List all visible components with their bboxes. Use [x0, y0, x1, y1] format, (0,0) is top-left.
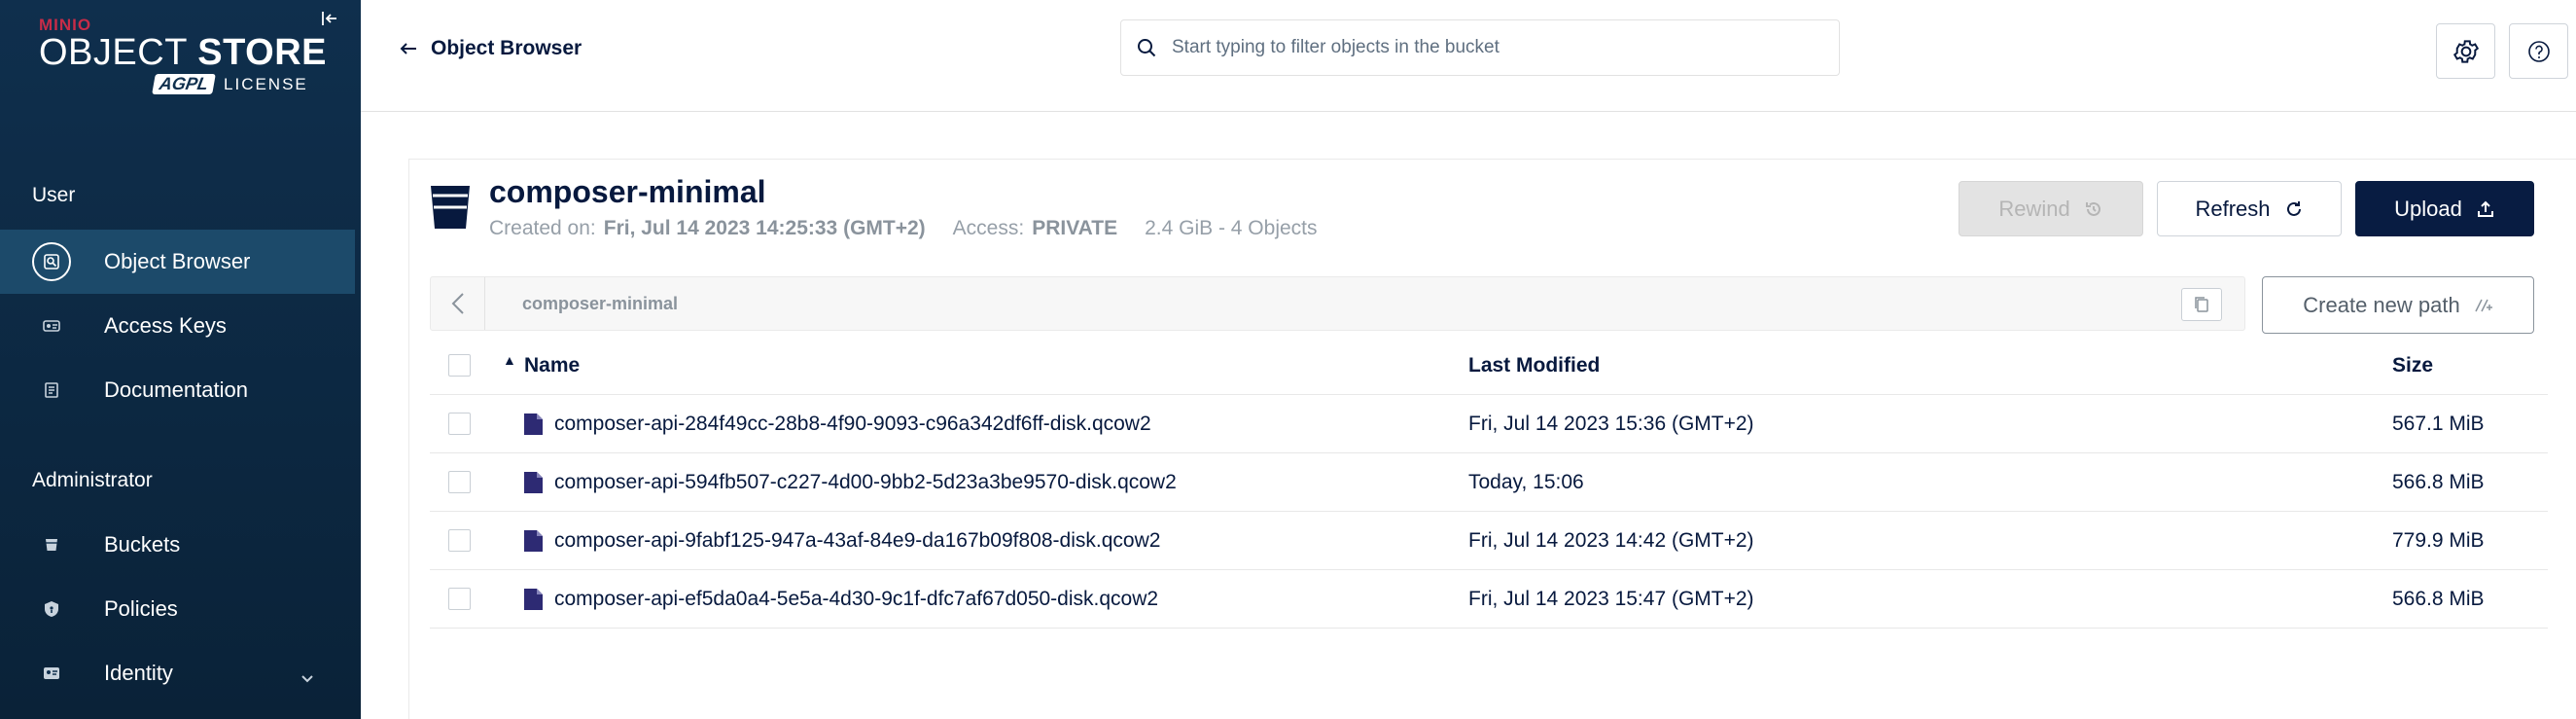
new-path-icon — [2475, 299, 2492, 311]
logo-product-light: OBJECT — [39, 32, 188, 73]
upload-label: Upload — [2394, 196, 2462, 221]
agpl-badge: AGPL — [152, 74, 216, 94]
arrow-left-icon — [400, 43, 416, 54]
access-value: PRIVATE — [1032, 217, 1118, 239]
created-label: Created on: — [489, 217, 596, 239]
policies-icon — [32, 590, 71, 629]
object-size: 566.8 MiB — [2392, 587, 2485, 610]
path-back-button[interactable] — [431, 277, 485, 330]
copy-path-button[interactable] — [2181, 288, 2222, 321]
gear-icon — [2452, 39, 2479, 63]
chevron-down-icon[interactable] — [300, 665, 314, 690]
column-last-modified-header[interactable]: Last Modified — [1468, 354, 1600, 377]
sidebar-item-policies[interactable]: Policies — [0, 577, 355, 641]
table-row[interactable]: composer-api-284f49cc-28b8-4f90-9093-c96… — [430, 395, 2548, 453]
objects-table: ▲ Name Last Modified Size composer-api-28… — [430, 337, 2548, 629]
buckets-icon — [32, 525, 71, 564]
section-user: User — [32, 184, 76, 206]
sidebar: MINIO OBJECT STORE AGPL LICENSE User Obj… — [0, 0, 361, 719]
sidebar-item-access-keys[interactable]: Access Keys — [0, 294, 355, 358]
documentation-icon — [32, 371, 71, 410]
search-box[interactable] — [1120, 19, 1840, 76]
upload-button[interactable]: Upload — [2355, 181, 2534, 236]
sidebar-item-label: Object Browser — [104, 249, 251, 273]
search-input[interactable] — [1172, 37, 1814, 58]
create-new-path-button[interactable]: Create new path — [2262, 276, 2534, 334]
rewind-label: Rewind — [1998, 196, 2070, 221]
table-row[interactable]: composer-api-9fabf125-947a-43af-84e9-da1… — [430, 512, 2548, 570]
back-label: Object Browser — [431, 37, 582, 59]
object-size: 566.8 MiB — [2392, 470, 2485, 493]
object-name: composer-api-284f49cc-28b8-4f90-9093-c96… — [554, 412, 1151, 435]
help-button[interactable] — [2509, 23, 2568, 79]
file-icon — [524, 588, 543, 610]
history-icon — [2085, 201, 2100, 216]
object-browser-icon — [32, 242, 71, 281]
table-header: ▲ Name Last Modified Size — [430, 337, 2548, 395]
sidebar-item-label: Buckets — [104, 532, 181, 557]
sidebar-item-buckets[interactable]: Buckets — [0, 513, 355, 577]
file-icon — [524, 471, 543, 493]
access-keys-icon — [32, 306, 71, 345]
bucket-usage: 2.4 GiB - 4 Objects — [1145, 217, 1318, 239]
search-icon — [1138, 39, 1156, 57]
create-path-label: Create new path — [2303, 292, 2460, 317]
object-modified: Fri, Jul 14 2023 14:42 (GMT+2) — [1468, 528, 1754, 552]
bucket-icon — [431, 186, 470, 229]
bucket-meta: Created on: Fri, Jul 14 2023 14:25:33 (GM… — [489, 217, 1318, 240]
object-modified: Fri, Jul 14 2023 15:36 (GMT+2) — [1468, 412, 1754, 435]
object-size: 567.1 MiB — [2392, 412, 2485, 435]
top-bar: Object Browser — [361, 0, 2576, 112]
file-icon — [524, 529, 543, 552]
object-name: composer-api-594fb507-c227-4d00-9bb2-5d2… — [554, 470, 1177, 493]
object-size: 779.9 MiB — [2392, 528, 2485, 552]
minio-logo[interactable]: MINIO OBJECT STORE AGPL LICENSE — [39, 16, 327, 94]
back-to-object-browser-link[interactable]: Object Browser — [400, 37, 582, 60]
rewind-button[interactable]: Rewind — [1958, 181, 2143, 236]
sidebar-item-object-browser[interactable]: Object Browser — [0, 230, 355, 294]
help-icon — [2527, 40, 2550, 62]
sidebar-item-label: Access Keys — [104, 313, 227, 338]
sort-asc-icon: ▲ — [503, 351, 516, 368]
sidebar-item-label: Documentation — [104, 377, 248, 402]
license-label: LICENSE — [224, 74, 308, 93]
row-checkbox[interactable] — [448, 588, 471, 610]
sidebar-item-label: Identity — [104, 661, 173, 685]
object-name: composer-api-9fabf125-947a-43af-84e9-da1… — [554, 528, 1161, 552]
refresh-label: Refresh — [2195, 196, 2271, 221]
table-row[interactable]: composer-api-ef5da0a4-5e5a-4d30-9c1f-dfc… — [430, 570, 2548, 629]
logo-product-bold: STORE — [197, 32, 327, 73]
section-administrator: Administrator — [32, 469, 153, 491]
column-size-header[interactable]: Size — [2392, 354, 2433, 377]
breadcrumb[interactable]: composer-minimal — [522, 294, 678, 314]
upload-icon — [2477, 200, 2493, 217]
created-value: Fri, Jul 14 2023 14:25:33 (GMT+2) — [603, 217, 926, 239]
breadcrumb-bar: composer-minimal — [430, 276, 2245, 331]
file-icon — [524, 413, 543, 435]
row-checkbox[interactable] — [448, 471, 471, 493]
select-all-checkbox[interactable] — [448, 354, 471, 377]
object-modified: Fri, Jul 14 2023 15:47 (GMT+2) — [1468, 587, 1754, 610]
refresh-button[interactable]: Refresh — [2157, 181, 2342, 236]
copy-icon — [2195, 297, 2208, 312]
object-modified: Today, 15:06 — [1468, 470, 1584, 493]
bucket-panel: composer-minimal Created on: Fri, Jul 14 … — [408, 159, 2576, 719]
settings-button[interactable] — [2436, 23, 2495, 79]
identity-icon — [32, 654, 71, 693]
refresh-icon — [2286, 200, 2301, 216]
sidebar-item-label: Policies — [104, 596, 178, 621]
sidebar-item-documentation[interactable]: Documentation — [0, 358, 355, 422]
chevron-left-icon — [451, 293, 464, 314]
collapse-sidebar-icon[interactable] — [317, 6, 342, 31]
object-name: composer-api-ef5da0a4-5e5a-4d30-9c1f-dfc… — [554, 587, 1159, 610]
table-row[interactable]: composer-api-594fb507-c227-4d00-9bb2-5d2… — [430, 453, 2548, 512]
access-label: Access: — [952, 217, 1025, 239]
row-checkbox[interactable] — [448, 413, 471, 435]
sidebar-item-identity[interactable]: Identity — [0, 641, 355, 705]
row-checkbox[interactable] — [448, 529, 471, 552]
bucket-name: composer-minimal — [489, 174, 766, 209]
column-name-header[interactable]: ▲ Name — [503, 352, 580, 377]
